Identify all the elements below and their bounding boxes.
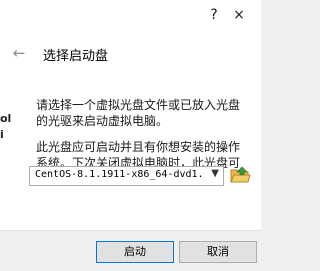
close-icon[interactable]: × <box>230 6 248 24</box>
help-icon[interactable]: ? <box>205 6 223 24</box>
chevron-down-icon[interactable]: ▼ <box>211 168 219 179</box>
wizard-header: ← 选择启动盘 <box>0 30 261 80</box>
choose-disk-file-button[interactable] <box>229 164 251 186</box>
cancel-button[interactable]: 取消 <box>179 241 257 263</box>
title-bar: ? × <box>0 0 261 30</box>
back-arrow-icon[interactable]: ← <box>10 44 28 62</box>
start-button[interactable]: 启动 <box>96 241 174 263</box>
selected-disk-value: CentOS-8.1.1911-x86_64-dvd1. <box>35 169 204 180</box>
background-text-fragment: ol <box>0 112 11 125</box>
select-startup-disk-dialog: ? × ← 选择启动盘 请选择一个虚拟光盘文件或已放入光盘的光驱来启动虚拟电脑。… <box>0 0 261 271</box>
button-bar: 启动 取消 <box>0 230 261 271</box>
disk-image-select[interactable]: CentOS-8.1.1911-x86_64-dvd1. ▼ <box>29 166 224 186</box>
page-title: 选择启动盘 <box>43 49 109 64</box>
background-text-fragment: i <box>0 128 4 141</box>
instruction-text-1: 请选择一个虚拟光盘文件或已放入光盘的光驱来启动虚拟电脑。 <box>36 98 241 128</box>
content-panel: 请选择一个虚拟光盘文件或已放入光盘的光驱来启动虚拟电脑。 此光盘应可启动并且有你… <box>0 80 261 230</box>
folder-open-icon <box>230 166 251 183</box>
